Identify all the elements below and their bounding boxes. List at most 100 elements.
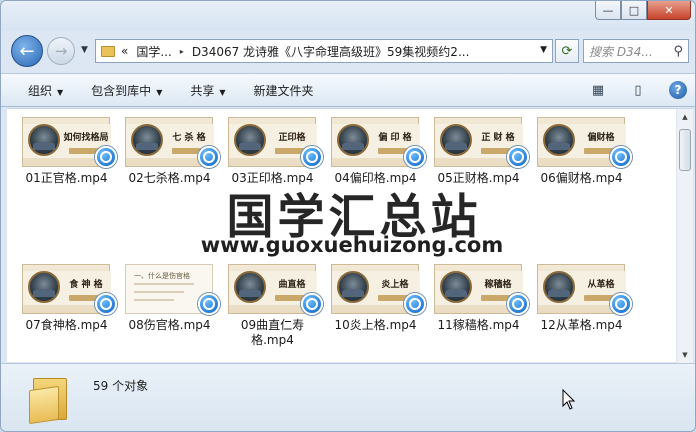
share-label: 共享 (190, 83, 215, 98)
preview-pane-icon[interactable]: ▯ (629, 81, 647, 99)
file-item[interactable]: 炎上格 10炎上格.mp4 (324, 264, 427, 333)
landscape-image (543, 124, 575, 156)
thumbnail-title: 从革格 (587, 280, 615, 290)
file-item[interactable]: 偏财格 06偏财格.mp4 (530, 117, 633, 186)
video-player-icon (301, 146, 323, 168)
file-item[interactable]: 曲直格 09曲直仁寿格.mp4 (221, 264, 324, 348)
thumbnail-title: 稼穑格 (484, 280, 512, 290)
maximize-button[interactable]: □ (621, 1, 647, 20)
thumbnail-title: 如何找格局 (63, 133, 109, 143)
file-name: 12从革格.mp4 (540, 318, 623, 332)
refresh-button[interactable]: ⟳ (555, 39, 579, 63)
file-item[interactable]: 正印格 03正印格.mp4 (221, 117, 324, 186)
landscape-image (440, 271, 472, 303)
explorer-window: — □ ✕ ← → ▼ « 国学... ▸ D34067 龙诗雅《八字命理高级班… (0, 0, 696, 432)
file-item[interactable]: 正 财 格 05正财格.mp4 (427, 117, 530, 186)
file-name: 02七杀格.mp4 (128, 171, 211, 185)
help-icon[interactable]: ? (669, 81, 687, 99)
thumbnail-title: 七 杀 格 (172, 133, 206, 143)
title-bar: — □ ✕ (1, 1, 695, 31)
file-item[interactable]: 七 杀 格 02七杀格.mp4 (118, 117, 221, 186)
folder-icon (101, 45, 115, 57)
landscape-image (543, 271, 575, 303)
close-button[interactable]: ✕ (647, 1, 691, 20)
chevron-down-icon: ▼ (57, 87, 64, 97)
include-in-library-label: 包含到库中 (91, 83, 152, 98)
landscape-image (131, 124, 163, 156)
scroll-up-icon[interactable]: ▲ (679, 113, 691, 121)
toolbar-right: ▦ ▯ ? (589, 81, 687, 99)
new-folder-button[interactable]: 新建文件夹 (254, 82, 314, 99)
back-button[interactable]: ← (11, 35, 43, 67)
file-name: 09曲直仁寿格.mp4 (240, 318, 305, 347)
video-player-icon (610, 146, 632, 168)
mouse-cursor-icon (562, 389, 576, 410)
window-controls: — □ ✕ (595, 1, 691, 20)
video-player-icon (198, 293, 220, 315)
navigation-bar: ← → ▼ « 国学... ▸ D34067 龙诗雅《八字命理高级班》59集视频… (1, 31, 695, 71)
organize-menu[interactable]: 组织 ▼ (28, 82, 63, 99)
video-thumbnail: 稼穑格 (434, 264, 529, 315)
thumbnail-title: 食 神 格 (69, 280, 103, 290)
file-item[interactable]: 偏 印 格 04偏印格.mp4 (324, 117, 427, 186)
details-pane: 59 个对象 (1, 363, 695, 431)
scroll-down-icon[interactable]: ▼ (679, 351, 691, 359)
video-player-icon (95, 146, 117, 168)
search-input[interactable]: 搜索 D34... ⚲ (583, 39, 689, 63)
thumbnail-title: 曲直格 (278, 280, 306, 290)
landscape-image (234, 124, 266, 156)
video-player-icon (507, 146, 529, 168)
video-thumbnail: 曲直格 (228, 264, 323, 315)
file-name: 06偏财格.mp4 (540, 171, 623, 185)
search-icon[interactable]: ⚲ (673, 44, 683, 59)
file-item[interactable]: 稼穑格 11稼穑格.mp4 (427, 264, 530, 333)
file-list: 如何找格局 01正官格.mp4 七 杀 格 02七杀格.mp4 正印格 03正印格.mp4… (7, 108, 693, 363)
video-player-icon (404, 293, 426, 315)
video-player-icon (610, 293, 632, 315)
video-thumbnail: 一、什么是伤官格 (125, 264, 220, 315)
vertical-scrollbar[interactable]: ▲ ▼ (676, 109, 693, 363)
breadcrumb-separator-icon[interactable]: ▸ (180, 47, 184, 56)
command-bar: 组织 ▼ 包含到库中 ▼ 共享 ▼ 新建文件夹 ▦ ▯ ? (1, 73, 695, 107)
file-item[interactable]: 如何找格局 01正官格.mp4 (15, 117, 118, 186)
view-options-icon[interactable]: ▦ (589, 81, 607, 99)
video-thumbnail: 从革格 (537, 264, 632, 315)
file-name: 11稼穑格.mp4 (437, 318, 520, 332)
landscape-image (440, 124, 472, 156)
thumbnail-title: 偏财格 (587, 133, 615, 143)
file-item[interactable]: 食 神 格 07食神格.mp4 (15, 264, 118, 333)
chevron-down-icon: ▼ (156, 87, 163, 97)
file-name: 04偏印格.mp4 (334, 171, 417, 185)
landscape-image (234, 271, 266, 303)
minimize-button[interactable]: — (595, 1, 621, 20)
breadcrumb-overflow[interactable]: « (121, 44, 128, 58)
address-dropdown-icon[interactable]: ▼ (540, 45, 547, 55)
video-thumbnail: 炎上格 (331, 264, 426, 315)
folder-icon (29, 374, 71, 425)
forward-button[interactable]: → (47, 37, 75, 65)
file-name: 05正财格.mp4 (437, 171, 520, 185)
thumbnail-heading: 一、什么是伤官格 (134, 272, 190, 280)
video-player-icon (95, 293, 117, 315)
address-bar[interactable]: « 国学... ▸ D34067 龙诗雅《八字命理高级班》59集视频约2... … (95, 39, 553, 63)
breadcrumb-item-root[interactable]: 国学... (136, 43, 171, 60)
include-in-library-menu[interactable]: 包含到库中 ▼ (91, 82, 162, 99)
landscape-image (337, 271, 369, 303)
file-item[interactable]: 从革格 12从革格.mp4 (530, 264, 633, 333)
video-thumbnail: 如何找格局 (22, 117, 117, 168)
share-menu[interactable]: 共享 ▼ (190, 82, 225, 99)
landscape-image (337, 124, 369, 156)
search-placeholder: 搜索 D34... (589, 44, 653, 59)
video-thumbnail: 食 神 格 (22, 264, 117, 315)
scrollbar-thumb[interactable] (679, 129, 691, 171)
video-thumbnail: 七 杀 格 (125, 117, 220, 168)
item-count: 59 个对象 (93, 379, 149, 393)
video-thumbnail: 偏财格 (537, 117, 632, 168)
file-item[interactable]: 一、什么是伤官格 08伤官格.mp4 (118, 264, 221, 333)
recent-pages-dropdown[interactable]: ▼ (81, 45, 88, 55)
file-name: 07食神格.mp4 (25, 318, 108, 332)
video-player-icon (198, 146, 220, 168)
breadcrumb-item-current[interactable]: D34067 龙诗雅《八字命理高级班》59集视频约2... (192, 43, 470, 60)
chevron-down-icon: ▼ (219, 87, 226, 97)
video-thumbnail: 正印格 (228, 117, 323, 168)
